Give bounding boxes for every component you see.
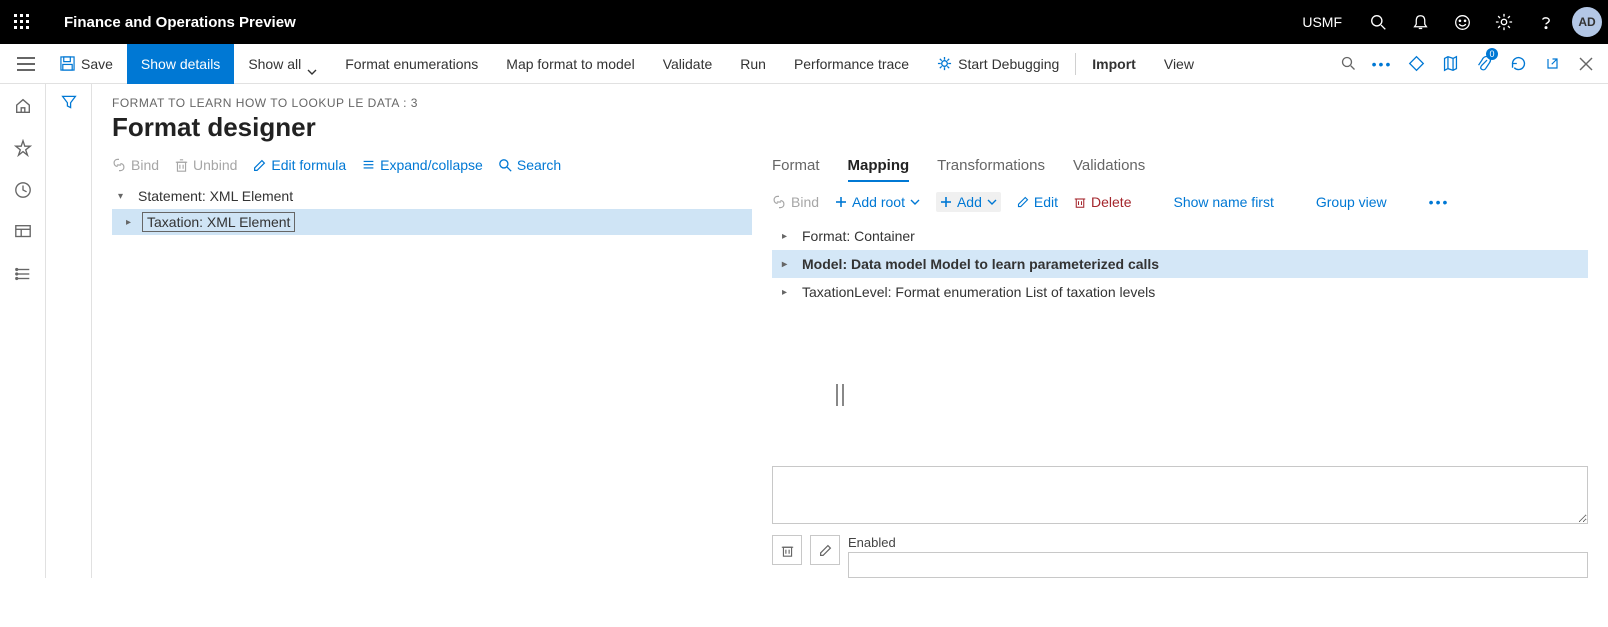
popout-icon[interactable]	[1536, 44, 1568, 84]
tree-row-root[interactable]: ▾ Statement: XML Element	[112, 183, 752, 209]
start-debugging-button[interactable]: Start Debugging	[923, 44, 1073, 84]
tree-row-selected[interactable]: ▸ Taxation: XML Element	[112, 209, 752, 235]
tree-label: Taxation: XML Element	[142, 212, 295, 232]
attachments-icon[interactable]: 0	[1468, 44, 1500, 84]
save-button[interactable]: Save	[46, 44, 127, 84]
edit-button[interactable]: Edit	[1017, 194, 1058, 210]
import-button[interactable]: Import	[1078, 44, 1150, 84]
add-button[interactable]: Add	[936, 192, 1001, 212]
tab-transformations[interactable]: Transformations	[937, 157, 1045, 182]
ds-row-selected[interactable]: ▸Model: Data model Model to learn parame…	[772, 250, 1588, 278]
collapse-icon[interactable]: ▾	[118, 191, 134, 202]
expand-icon[interactable]: ▸	[782, 287, 802, 298]
enabled-input[interactable]	[848, 552, 1588, 578]
expand-icon[interactable]: ▸	[782, 259, 802, 270]
expand-collapse-button[interactable]: Expand/collapse	[362, 157, 483, 173]
map-icon[interactable]	[1434, 44, 1466, 84]
right-toolbar: Bind Add root Add Edit Delete Show name …	[772, 192, 1588, 212]
expand-icon[interactable]: ▸	[126, 217, 142, 228]
bottom-panel: Enabled	[772, 466, 1588, 578]
recent-icon[interactable]	[11, 178, 35, 202]
datasource-tree: ▸Format: Container ▸Model: Data model Mo…	[772, 222, 1588, 306]
left-nav-rail	[0, 84, 46, 578]
show-all-button[interactable]: Show all	[234, 44, 331, 84]
company-code[interactable]: USMF	[1288, 14, 1356, 30]
run-button[interactable]: Run	[726, 44, 780, 84]
filter-column	[46, 84, 92, 578]
validate-button[interactable]: Validate	[649, 44, 727, 84]
search-command-icon[interactable]	[1332, 44, 1364, 84]
formula-textarea[interactable]	[772, 466, 1588, 524]
hamburger-icon[interactable]	[6, 57, 46, 71]
smiley-icon[interactable]	[1442, 0, 1482, 44]
page-content: FORMAT TO LEARN HOW TO LOOKUP LE DATA : …	[92, 84, 1608, 578]
command-bar: Save Show details Show all Format enumer…	[0, 44, 1608, 84]
ds-row[interactable]: ▸Format: Container	[772, 222, 1588, 250]
ds-label: Model: Data model Model to learn paramet…	[802, 256, 1159, 272]
tree-label: Statement: XML Element	[134, 187, 297, 205]
chevron-down-icon	[307, 53, 317, 75]
right-tabs: Format Mapping Transformations Validatio…	[772, 157, 1588, 182]
close-icon[interactable]	[1570, 44, 1602, 84]
ds-label: TaxationLevel: Format enumeration List o…	[802, 284, 1155, 300]
format-enumerations-button[interactable]: Format enumerations	[331, 44, 492, 84]
app-title: Finance and Operations Preview	[44, 14, 296, 31]
filter-icon[interactable]	[61, 94, 77, 578]
delete-button[interactable]: Delete	[1074, 194, 1131, 210]
left-toolbar: Bind Unbind Edit formula Expand/collapse…	[112, 157, 752, 173]
tab-mapping[interactable]: Mapping	[848, 157, 910, 182]
diamond-icon[interactable]	[1400, 44, 1432, 84]
show-details-button[interactable]: Show details	[127, 44, 234, 84]
attachment-badge: 0	[1486, 48, 1498, 60]
add-root-button[interactable]: Add root	[835, 194, 920, 210]
map-format-button[interactable]: Map format to model	[492, 44, 648, 84]
global-header: Finance and Operations Preview USMF AD	[0, 0, 1608, 44]
expand-icon[interactable]: ▸	[782, 231, 802, 242]
home-icon[interactable]	[11, 94, 35, 118]
bell-icon[interactable]	[1400, 0, 1440, 44]
workspace-icon[interactable]	[11, 220, 35, 244]
debug-icon	[937, 56, 952, 71]
delete-square-button[interactable]	[772, 535, 802, 565]
unbind-button: Unbind	[175, 157, 237, 173]
help-icon[interactable]	[1526, 0, 1566, 44]
search-icon[interactable]	[1358, 0, 1398, 44]
tab-format[interactable]: Format	[772, 157, 820, 182]
splitter-handle[interactable]	[836, 384, 844, 406]
bind-button-right: Bind	[772, 194, 819, 210]
edit-square-button[interactable]	[810, 535, 840, 565]
star-icon[interactable]	[11, 136, 35, 160]
show-name-first-button[interactable]: Show name first	[1173, 194, 1273, 210]
save-label: Save	[81, 56, 113, 72]
search-button[interactable]: Search	[499, 157, 561, 173]
user-avatar[interactable]: AD	[1572, 7, 1602, 37]
save-icon	[60, 56, 75, 71]
tab-validations[interactable]: Validations	[1073, 157, 1145, 182]
app-launcher-icon[interactable]	[0, 0, 44, 44]
refresh-icon[interactable]	[1502, 44, 1534, 84]
breadcrumb: FORMAT TO LEARN HOW TO LOOKUP LE DATA : …	[112, 96, 1588, 110]
page-title: Format designer	[112, 112, 1588, 143]
more-button[interactable]: •••	[1429, 194, 1450, 210]
bind-button: Bind	[112, 157, 159, 173]
enabled-label: Enabled	[848, 535, 1588, 550]
mapping-pane: Format Mapping Transformations Validatio…	[752, 157, 1588, 578]
more-icon[interactable]: •••	[1366, 44, 1398, 84]
format-tree: ▾ Statement: XML Element ▸ Taxation: XML…	[112, 183, 752, 235]
start-debug-label: Start Debugging	[958, 56, 1059, 72]
edit-formula-button[interactable]: Edit formula	[253, 157, 346, 173]
modules-icon[interactable]	[11, 262, 35, 286]
format-tree-pane: Bind Unbind Edit formula Expand/collapse…	[112, 157, 752, 578]
gear-icon[interactable]	[1484, 0, 1524, 44]
ds-row[interactable]: ▸TaxationLevel: Format enumeration List …	[772, 278, 1588, 306]
performance-trace-button[interactable]: Performance trace	[780, 44, 923, 84]
ds-label: Format: Container	[802, 228, 915, 244]
group-view-button[interactable]: Group view	[1316, 194, 1387, 210]
view-button[interactable]: View	[1150, 44, 1208, 84]
show-all-label: Show all	[248, 56, 301, 72]
